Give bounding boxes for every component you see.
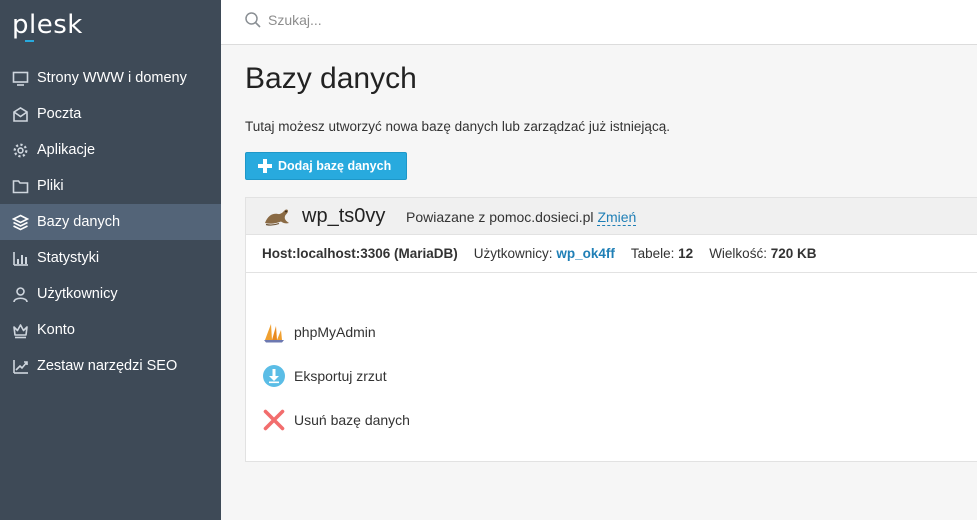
sidebar-item-label: Użytkownicy xyxy=(37,286,118,302)
sidebar-item-label: Poczta xyxy=(37,106,82,122)
tables-label: Tabele: xyxy=(630,246,675,261)
sidebar-item-label: Strony WWW i domeny xyxy=(37,70,187,86)
search-icon xyxy=(245,12,261,28)
phpmyadmin-icon xyxy=(264,324,284,343)
page-title: Bazy danych xyxy=(245,62,417,95)
sidebar: plesk Strony WWW i domeny Poczta Aplikac… xyxy=(0,0,221,520)
database-name: wp_ts0vy xyxy=(302,205,386,227)
users-label: Użytkownicy: xyxy=(473,246,553,261)
user-icon xyxy=(12,286,29,303)
add-database-button[interactable]: Dodaj bazę danych xyxy=(245,152,407,180)
sidebar-item-files[interactable]: Pliki xyxy=(0,168,221,204)
sidebar-item-databases[interactable]: Bazy danych xyxy=(0,204,221,240)
export-dump-label: Eksportuj zrzut xyxy=(294,368,387,384)
bar-chart-icon xyxy=(12,250,29,267)
phpmyadmin-label: phpMyAdmin xyxy=(294,324,376,340)
layers-icon xyxy=(12,214,29,231)
download-icon xyxy=(263,365,285,387)
delete-database-action[interactable]: Usuń bazę danych xyxy=(262,407,410,433)
folder-icon xyxy=(12,178,29,195)
crown-icon xyxy=(12,322,29,339)
search-input[interactable] xyxy=(268,9,668,31)
database-host: Host:localhost:3306 (MariaDB) xyxy=(262,246,458,261)
plus-icon xyxy=(258,159,272,173)
database-size: 720 KB xyxy=(770,246,817,261)
add-database-label: Dodaj bazę danych xyxy=(278,159,392,173)
database-user-link[interactable]: wp_ok4ff xyxy=(556,246,615,261)
sidebar-nav: Strony WWW i domeny Poczta Aplikacje Pli… xyxy=(0,60,221,384)
page-description: Tutaj możesz utworzyć nowa bazę danych l… xyxy=(245,119,670,134)
related-domain-text: Powiazane z pomoc.dosieci.pl xyxy=(406,209,594,225)
sidebar-item-websites[interactable]: Strony WWW i domeny xyxy=(0,60,221,96)
tables-count: 12 xyxy=(678,246,694,261)
main-content: Bazy danych Tutaj możesz utworzyć nowa b… xyxy=(221,45,977,520)
sidebar-item-account[interactable]: Konto xyxy=(0,312,221,348)
sidebar-item-label: Konto xyxy=(37,322,75,338)
mail-icon xyxy=(12,106,29,123)
top-search-bar xyxy=(221,0,977,45)
logo-text: plesk xyxy=(12,10,83,40)
sidebar-item-users[interactable]: Użytkownicy xyxy=(0,276,221,312)
database-related: Powiazane z pomoc.dosieci.pl Zmień xyxy=(406,209,637,226)
sidebar-item-label: Statystyki xyxy=(37,250,100,266)
delete-database-label: Usuń bazę danych xyxy=(294,412,410,428)
size-label: Wielkość: xyxy=(709,246,767,261)
seo-chart-icon xyxy=(12,358,29,375)
sidebar-item-label: Pliki xyxy=(37,178,64,194)
sidebar-item-statistics[interactable]: Statystyki xyxy=(0,240,221,276)
gear-icon xyxy=(12,142,29,159)
sidebar-item-mail[interactable]: Poczta xyxy=(0,96,221,132)
logo-accent xyxy=(25,40,34,42)
sidebar-item-applications[interactable]: Aplikacje xyxy=(0,132,221,168)
delete-x-icon xyxy=(263,409,285,431)
database-info-row: Host:localhost:3306 (MariaDB) Użytkownic… xyxy=(246,235,977,273)
monitor-icon xyxy=(12,70,29,87)
sidebar-item-label: Bazy danych xyxy=(37,214,121,230)
database-header: wp_ts0vy Powiazane z pomoc.dosieci.pl Zm… xyxy=(246,198,977,235)
sidebar-item-seo-toolkit[interactable]: Zestaw narzędzi SEO xyxy=(0,348,221,384)
change-domain-link[interactable]: Zmień xyxy=(597,209,637,226)
mariadb-seal-icon xyxy=(265,209,289,226)
sidebar-item-label: Aplikacje xyxy=(37,142,96,158)
export-dump-action[interactable]: Eksportuj zrzut xyxy=(262,363,387,389)
phpmyadmin-action[interactable]: phpMyAdmin xyxy=(262,319,376,345)
plesk-logo[interactable]: plesk xyxy=(12,10,92,44)
database-card: wp_ts0vy Powiazane z pomoc.dosieci.pl Zm… xyxy=(245,197,977,462)
sidebar-item-label: Zestaw narzędzi SEO xyxy=(37,358,178,374)
